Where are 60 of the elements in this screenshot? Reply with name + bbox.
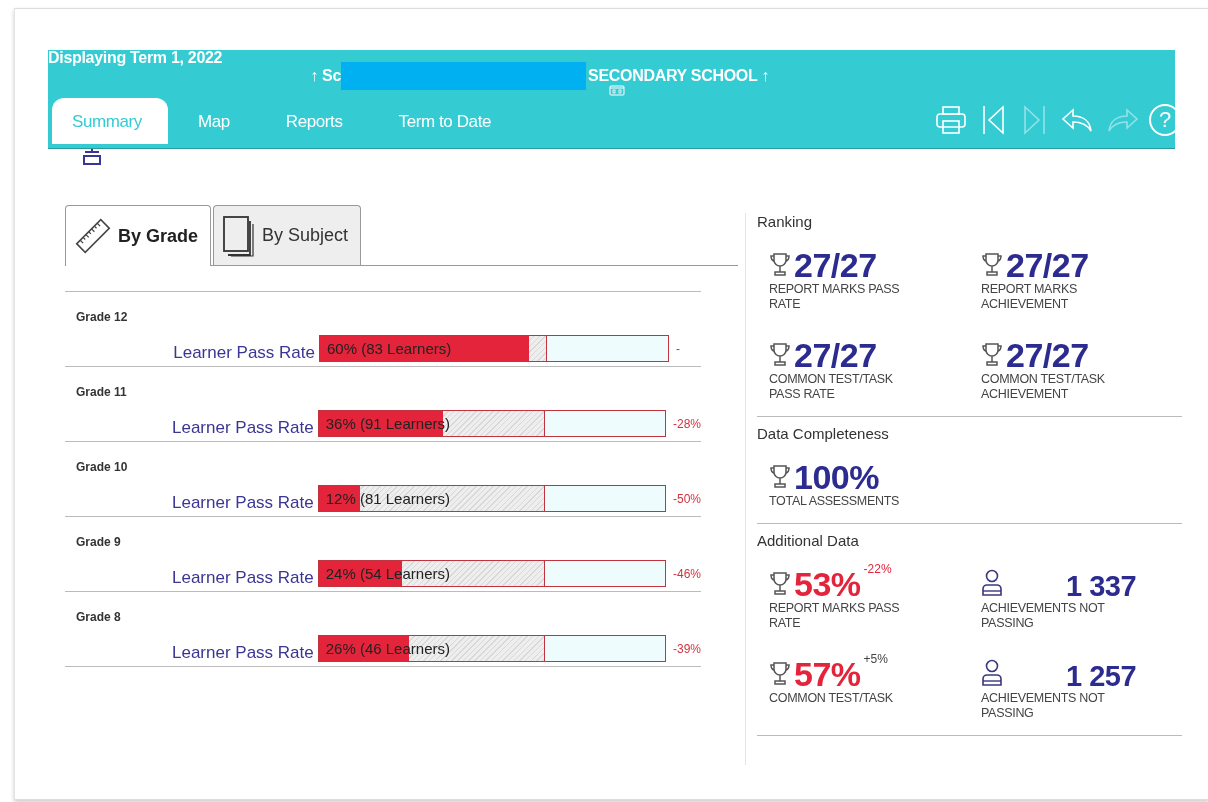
ruler-icon: [74, 217, 112, 255]
metric-label: Learner Pass Rate: [171, 569, 315, 587]
bar-reading: 60% (83 Learners): [326, 340, 452, 357]
stat-label: ACHIEVEMENTS NOT PASSING: [981, 601, 1106, 631]
change-value: -46%: [672, 567, 701, 583]
metric-label: Learner Pass Rate: [171, 419, 315, 437]
nav-tab[interactable]: Term to Date: [372, 98, 518, 144]
metric-label: Learner Pass Rate: [171, 494, 315, 512]
grade-label: Grade 11: [75, 385, 128, 399]
section-heading: Ranking: [757, 213, 814, 230]
stat-value: 27/27: [1006, 248, 1089, 282]
pages-icon: [222, 214, 257, 257]
stat-value: 27/27: [794, 248, 877, 282]
stat-label: REPORT MARKS PASS RATE: [769, 282, 901, 312]
term-label: Displaying Term 1, 2022: [48, 49, 223, 67]
nav-tab[interactable]: Reports: [259, 98, 369, 144]
metric-label: Learner Pass Rate: [171, 644, 315, 662]
section-heading: Additional Data: [757, 532, 860, 549]
stat-label: ACHIEVEMENTS NOT PASSING: [981, 691, 1106, 721]
change-value: -: [675, 342, 680, 358]
stat-value: 1 257: [1066, 661, 1137, 691]
person-icon: [981, 569, 1003, 597]
school-name[interactable]: ↑ Sc: [310, 67, 342, 85]
trophy-icon: [769, 252, 791, 278]
view-tab[interactable]: By Grade: [65, 205, 212, 266]
trophy-icon: [769, 571, 791, 597]
section-heading: Data Completeness: [757, 425, 890, 442]
metric-label: Learner Pass Rate: [172, 344, 316, 362]
stat-label: REPORT MARKS ACHIEVEMENT: [981, 282, 1078, 312]
delta-value: +5%: [863, 652, 888, 666]
stat-value: 27/27: [794, 338, 877, 372]
stat-label: REPORT MARKS PASS RATE: [769, 601, 901, 631]
trophy-icon: [769, 342, 791, 368]
trophy-icon: [981, 342, 1003, 368]
trophy-icon: [981, 252, 1003, 278]
change-value: -28%: [672, 417, 701, 433]
trophy-icon: [769, 661, 791, 687]
grade-label: Grade 8: [75, 610, 122, 624]
stat-value: 1 337: [1066, 571, 1137, 601]
nav-tab[interactable]: Summary: [52, 98, 168, 144]
grade-label: Grade 9: [75, 535, 122, 549]
stat-value: 53%: [794, 567, 861, 601]
stat-label: COMMON TEST/TASK ACHIEVEMENT: [981, 372, 1106, 402]
stat-value: 100%: [794, 460, 879, 494]
stat-label: TOTAL ASSESSMENTS: [769, 494, 901, 509]
stat-value: 27/27: [1006, 338, 1089, 372]
school-name[interactable]: SECONDARY SCHOOL ↑: [588, 67, 770, 85]
grade-label: Grade 12: [75, 310, 129, 324]
person-icon: [981, 659, 1003, 687]
trophy-icon: [769, 464, 791, 490]
stat-label: COMMON TEST/TASK PASS RATE: [769, 372, 894, 402]
grade-label: Grade 10: [75, 460, 129, 474]
stat-label: COMMON TEST/TASK: [769, 691, 894, 706]
change-value: -50%: [672, 492, 701, 508]
stat-value: 57%: [794, 657, 861, 691]
delta-value: -22%: [863, 562, 892, 576]
nav-tab[interactable]: Map: [171, 98, 256, 144]
bar-reading: 12% (81 Learners): [324, 490, 450, 507]
view-tab[interactable]: By Subject: [213, 205, 362, 265]
change-value: -39%: [672, 642, 701, 658]
